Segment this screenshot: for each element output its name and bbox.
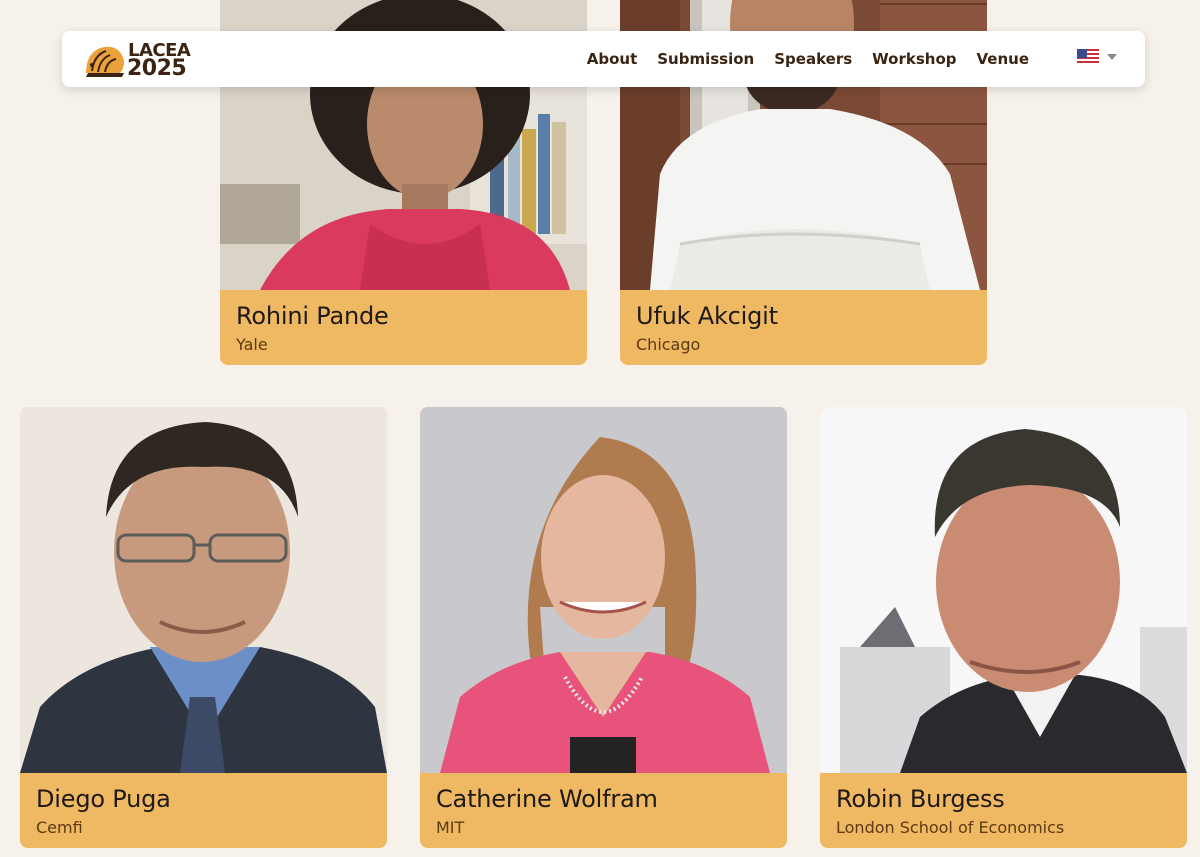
speaker-name: Diego Puga [36, 785, 171, 813]
nav-venue[interactable]: Venue [977, 50, 1030, 68]
chevron-down-icon [1107, 54, 1117, 60]
speaker-name: Ufuk Akcigit [636, 302, 778, 330]
logo-text-line2: 2025 [127, 56, 187, 81]
speaker-name: Catherine Wolfram [436, 785, 658, 813]
site-logo[interactable]: LACEA 2025 [84, 40, 194, 80]
speaker-card[interactable]: Catherine Wolfram MIT [420, 407, 787, 848]
speaker-affiliation: Chicago [636, 335, 701, 354]
main-nav: About Submission Speakers Workshop Venue [587, 31, 1029, 87]
speaker-affiliation: Yale [236, 335, 268, 354]
speaker-name: Robin Burgess [836, 785, 1005, 813]
speaker-card[interactable]: Diego Puga Cemfi [20, 407, 387, 848]
speaker-photo [420, 407, 787, 773]
nav-workshop[interactable]: Workshop [872, 50, 956, 68]
nav-submission[interactable]: Submission [657, 50, 754, 68]
nav-speakers[interactable]: Speakers [774, 50, 852, 68]
language-selector[interactable] [1077, 49, 1117, 65]
armadillo-logo-icon [84, 43, 126, 77]
us-flag-icon [1077, 49, 1099, 65]
speaker-affiliation: MIT [436, 818, 465, 837]
speaker-affiliation: London School of Economics [836, 818, 1065, 837]
speaker-name: Rohini Pande [236, 302, 389, 330]
top-navbar: LACEA 2025 About Submission Speakers Wor… [62, 31, 1145, 87]
speaker-card[interactable]: Robin Burgess London School of Economics [820, 407, 1187, 848]
speaker-photo [820, 407, 1187, 773]
speaker-affiliation: Cemfi [36, 818, 83, 837]
speaker-photo [20, 407, 387, 773]
nav-about[interactable]: About [587, 50, 638, 68]
